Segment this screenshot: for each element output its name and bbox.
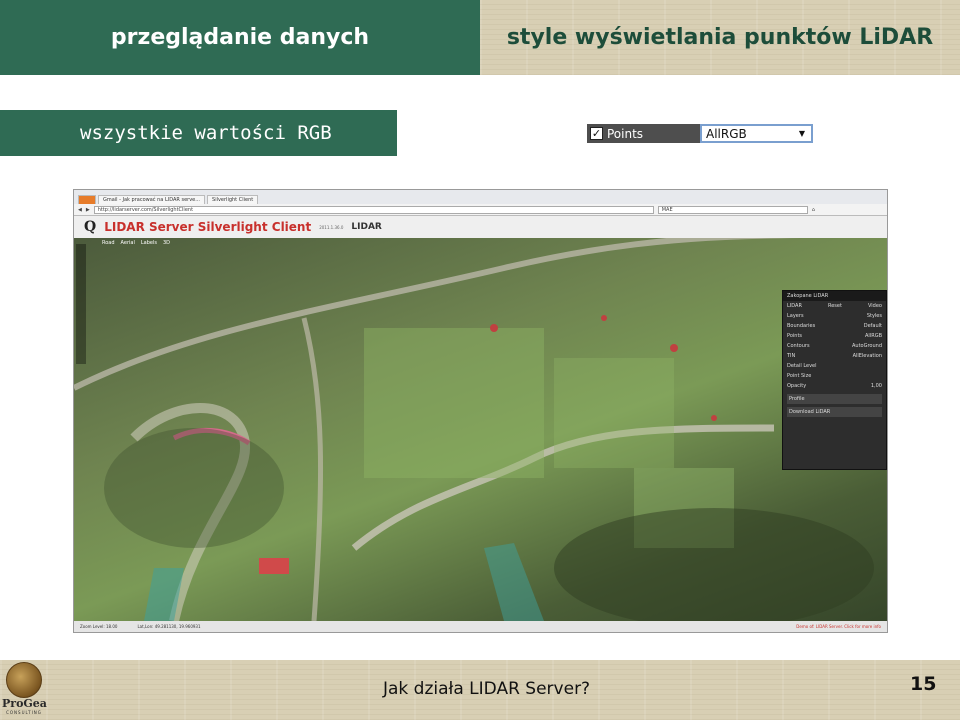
browser-search-field[interactable]: MAE xyxy=(657,205,808,214)
chevron-down-icon[interactable]: ▼ xyxy=(799,129,805,138)
layer-row[interactable]: TIN AllElevation xyxy=(783,351,886,361)
styles-label: Styles xyxy=(866,313,882,319)
header-right: style wyświetlania punktów LiDAR xyxy=(480,0,960,75)
globe-icon xyxy=(6,662,42,698)
map-mode-aerial[interactable]: Aerial xyxy=(121,240,135,246)
logo-brand: ProGea xyxy=(2,697,47,710)
browser-addressbar: ◀ ▶ http://lidarserver.com/SilverlightCl… xyxy=(74,204,887,216)
demo-link[interactable]: Demo of: LIDAR Server. Click for more in… xyxy=(796,624,887,629)
logo-brand-sub: CONSULTING xyxy=(6,710,42,715)
panel-headers: Layers Styles xyxy=(783,311,886,321)
header-left-title: przeglądanie danych xyxy=(110,25,370,50)
lidar-logo: LIDAR xyxy=(351,222,382,232)
video-button[interactable]: Video xyxy=(868,303,882,309)
detail-level-label: Detail Level xyxy=(787,363,817,369)
layer-style-select[interactable]: AllElevation xyxy=(853,353,882,359)
zoom-level: Zoom Level: 18.00 xyxy=(80,624,118,629)
points-label: Points xyxy=(607,126,644,141)
reset-button[interactable]: Reset xyxy=(828,303,842,309)
layer-name: TIN xyxy=(787,353,796,359)
layer-name: Points xyxy=(787,333,803,339)
url-field[interactable]: http://lidarserver.com/SilverlightClient xyxy=(93,205,654,214)
lidar-control-panel: Zakopane LiDAR LIDAR Reset Video Layers … xyxy=(782,290,887,470)
layer-style-select[interactable]: AutoGround xyxy=(852,343,882,349)
layer-name: Contours xyxy=(787,343,810,349)
layer-style-select[interactable]: AllRGB xyxy=(865,333,882,339)
forward-icon[interactable]: ▶ xyxy=(86,207,90,213)
layer-row[interactable]: Points AllRGB xyxy=(783,331,886,341)
points-checkbox[interactable]: ✓ xyxy=(590,127,603,140)
style-select-value: AllRGB xyxy=(706,126,747,141)
map-mode-toolbar: Road Aerial Labels 3D xyxy=(102,240,170,246)
opacity-slider[interactable]: Opacity 1,00 xyxy=(783,381,886,391)
points-layer-toggle[interactable]: ✓ Points xyxy=(587,124,700,143)
back-icon[interactable]: ◀ xyxy=(78,207,82,213)
layer-name: Boundaries xyxy=(787,323,816,329)
browser-tab-gmail[interactable]: Gmail - Jak pracować na LIDAR serve... xyxy=(97,195,206,204)
lidar-logo-small: LIDAR xyxy=(787,303,802,309)
panel-buttons: LIDAR Reset Video xyxy=(783,301,886,311)
panel-title: Zakopane LiDAR xyxy=(783,291,886,301)
map-imagery xyxy=(74,238,874,621)
points-layer-widget: ✓ Points AllRGB ▼ xyxy=(587,124,813,143)
layers-label: Layers xyxy=(787,313,804,319)
header-right-title: style wyświetlania punktów LiDAR xyxy=(506,25,934,50)
layer-row[interactable]: Boundaries Default xyxy=(783,321,886,331)
slide-footer: ProGea CONSULTING Jak działa LIDAR Serve… xyxy=(0,660,960,720)
browser-tabbar: Gmail - Jak pracować na LIDAR serve... S… xyxy=(74,190,887,204)
opacity-value: 1,00 xyxy=(870,383,882,389)
layer-style-select[interactable]: Default xyxy=(864,323,882,329)
layer-row[interactable]: Contours AutoGround xyxy=(783,341,886,351)
page-number: 15 xyxy=(910,673,937,695)
download-lidar-section[interactable]: Download LiDAR xyxy=(787,407,882,417)
style-select[interactable]: AllRGB ▼ xyxy=(700,124,813,143)
app-title: LIDAR Server Silverlight Client xyxy=(104,220,312,234)
app-header: Q LIDAR Server Silverlight Client 2011.1… xyxy=(74,216,887,238)
subheader: wszystkie wartości RGB xyxy=(0,110,397,156)
footer-title: Jak działa LIDAR Server? xyxy=(383,679,591,699)
progea-logo: ProGea CONSULTING xyxy=(2,662,47,718)
opacity-label: Opacity xyxy=(787,383,807,389)
browser-tab-silverlight[interactable]: Silverlight Client xyxy=(207,195,259,204)
map-mode-labels[interactable]: Labels xyxy=(141,240,157,246)
subheader-text: wszystkie wartości RGB xyxy=(80,122,332,144)
aerial-map[interactable]: Road Aerial Labels 3D Zakopane LiDAR LID… xyxy=(74,238,887,621)
zoom-slider[interactable] xyxy=(76,244,86,364)
browser-screenshot: Gmail - Jak pracować na LIDAR serve... S… xyxy=(73,189,888,633)
lat-lon: Lat,Lon: 49.281130, 19.960931 xyxy=(137,624,201,629)
browser-menu-button[interactable] xyxy=(78,195,96,204)
q-logo-icon: Q xyxy=(84,219,97,235)
detail-level-slider[interactable]: Detail Level xyxy=(783,361,886,371)
header-left: przeglądanie danych xyxy=(0,0,480,75)
point-size-label: Point Size xyxy=(787,373,812,379)
home-icon[interactable]: ⌂ xyxy=(812,207,815,213)
point-size-slider[interactable]: Point Size xyxy=(783,371,886,381)
map-mode-3d[interactable]: 3D xyxy=(163,240,170,246)
profile-section[interactable]: Profile xyxy=(787,394,882,404)
map-mode-road[interactable]: Road xyxy=(102,240,115,246)
status-bar: Zoom Level: 18.00 Lat,Lon: 49.281130, 19… xyxy=(74,621,887,632)
app-version: 2011.1.36.0 xyxy=(319,224,344,230)
